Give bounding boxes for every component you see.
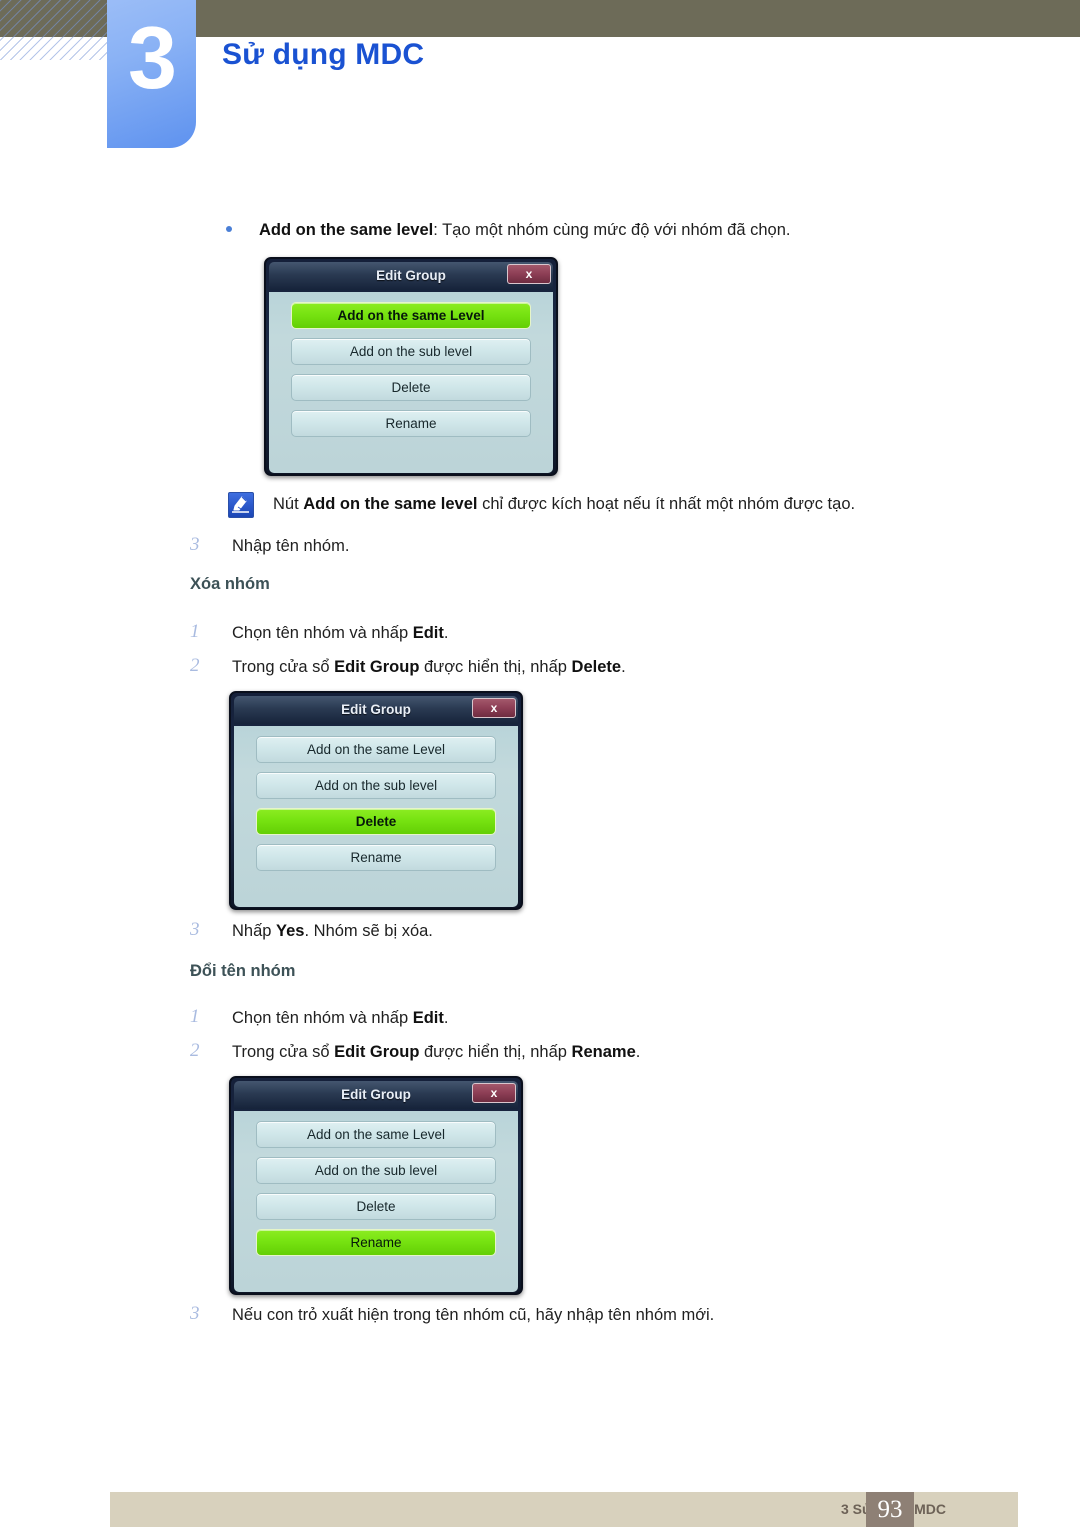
delete-button[interactable]: Delete: [291, 374, 531, 401]
bullet-item: Add on the same level: Tạo một nhóm cùng…: [226, 218, 986, 242]
step-text-post: .: [443, 1009, 449, 1027]
note-term: Add on the same level: [303, 495, 478, 513]
add-on-same-level-button[interactable]: Add on the same Level: [256, 1121, 496, 1148]
step-text-mid: được hiển thị, nhấp: [419, 658, 572, 676]
rename-button[interactable]: Rename: [256, 1229, 496, 1256]
step-text: Chọn tên nhóm và nhấp Edit.: [232, 1006, 890, 1030]
close-icon[interactable]: x: [507, 264, 551, 284]
step-text: Nếu con trỏ xuất hiện trong tên nhóm cũ,…: [232, 1306, 715, 1324]
rename-button[interactable]: Rename: [291, 410, 531, 437]
step-text-post: .: [443, 624, 449, 642]
step-number: 3: [190, 1303, 200, 1324]
step-text-post: .: [635, 1043, 641, 1061]
edit-group-dialog-1[interactable]: Edit Group x Add on the same Level Add o…: [264, 257, 558, 476]
chapter-number-block: 3: [107, 0, 196, 148]
dialog-body: Add on the same Level Add on the sub lev…: [269, 292, 553, 473]
rename-step-2: 2 Trong cửa sổ Edit Group được hiển thị,…: [190, 1040, 950, 1064]
edit-group-dialog-3[interactable]: Edit Group x Add on the same Level Add o…: [229, 1076, 523, 1295]
step-number: 3: [190, 919, 200, 940]
step-text-mid: được hiển thị, nhấp: [419, 1043, 572, 1061]
note-text-before: Nút: [273, 495, 304, 513]
step-text: Trong cửa sổ Edit Group được hiển thị, n…: [232, 1040, 950, 1064]
delete-step-2: 2 Trong cửa sổ Edit Group được hiển thị,…: [190, 655, 950, 679]
add-on-sub-level-button[interactable]: Add on the sub level: [256, 1157, 496, 1184]
step-number: 3: [190, 534, 200, 555]
bullet-text: Add on the same level: Tạo một nhóm cùng…: [259, 218, 986, 242]
page-number: 93: [866, 1492, 914, 1527]
bullet-dot-icon: [226, 226, 232, 232]
delete-step-3: 3 Nhấp Yes. Nhóm sẽ bị xóa.: [190, 919, 890, 943]
section-heading-delete: Xóa nhóm: [190, 575, 270, 593]
step-text-pre: Chọn tên nhóm và nhấp: [232, 624, 413, 642]
bullet-description: Tạo một nhóm cùng mức độ với nhóm đã chọ…: [442, 221, 791, 239]
section-heading-rename: Đổi tên nhóm: [190, 962, 296, 980]
step-text: Chọn tên nhóm và nhấp Edit.: [232, 621, 890, 645]
rename-step-3: 3 Nếu con trỏ xuất hiện trong tên nhóm c…: [190, 1303, 990, 1327]
edit-group-dialog-2[interactable]: Edit Group x Add on the same Level Add o…: [229, 691, 523, 910]
bullet-term: Add on the same level: [259, 221, 434, 239]
step-text-bold: Edit Group: [334, 1043, 420, 1061]
dialog-title-bar: Edit Group x: [234, 696, 518, 724]
note-text: Nút Add on the same level chỉ được kích …: [273, 492, 988, 516]
note-callout: Nút Add on the same level chỉ được kích …: [228, 492, 988, 518]
close-icon[interactable]: x: [472, 1083, 516, 1103]
step-text: Trong cửa sổ Edit Group được hiển thị, n…: [232, 655, 950, 679]
step-text-pre: Nhấp: [232, 922, 277, 940]
step-number: 2: [190, 655, 200, 676]
step-text-bold: Edit: [412, 624, 444, 642]
step-text-post: . Nhóm sẽ bị xóa.: [304, 922, 433, 940]
step-text-bold: Edit: [412, 1009, 444, 1027]
delete-button[interactable]: Delete: [256, 1193, 496, 1220]
step-text-pre: Trong cửa sổ: [232, 658, 335, 676]
step-add-3: 3 Nhập tên nhóm.: [190, 534, 890, 558]
dialog-title-bar: Edit Group x: [269, 262, 553, 290]
step-text-bold: Edit Group: [334, 658, 420, 676]
step-text-bold2: Delete: [571, 658, 622, 676]
add-on-sub-level-button[interactable]: Add on the sub level: [291, 338, 531, 365]
delete-button[interactable]: Delete: [256, 808, 496, 835]
dialog-body: Add on the same Level Add on the sub lev…: [234, 1111, 518, 1292]
step-text-bold2: Rename: [571, 1043, 636, 1061]
rename-step-1: 1 Chọn tên nhóm và nhấp Edit.: [190, 1006, 890, 1030]
step-text-bold: Yes: [276, 922, 305, 940]
chapter-number: 3: [128, 8, 177, 107]
dialog-title-bar: Edit Group x: [234, 1081, 518, 1109]
dialog-body: Add on the same Level Add on the sub lev…: [234, 726, 518, 907]
step-text: Nhấp Yes. Nhóm sẽ bị xóa.: [232, 919, 890, 943]
step-number: 1: [190, 621, 200, 642]
add-on-sub-level-button[interactable]: Add on the sub level: [256, 772, 496, 799]
note-text-after: chỉ được kích hoạt nếu ít nhất một nhóm …: [477, 495, 856, 513]
rename-button[interactable]: Rename: [256, 844, 496, 871]
decorative-hatch-pattern: [0, 0, 110, 60]
step-text-pre: Chọn tên nhóm và nhấp: [232, 1009, 413, 1027]
step-number: 1: [190, 1006, 200, 1027]
step-number: 2: [190, 1040, 200, 1061]
close-icon[interactable]: x: [472, 698, 516, 718]
add-on-same-level-button[interactable]: Add on the same Level: [291, 302, 531, 329]
step-text-post: .: [621, 658, 626, 676]
page-title: Sử dụng MDC: [222, 38, 425, 71]
delete-step-1: 1 Chọn tên nhóm và nhấp Edit.: [190, 621, 890, 645]
step-text-pre: Trong cửa sổ: [232, 1043, 335, 1061]
note-pen-icon: [228, 492, 254, 518]
add-on-same-level-button[interactable]: Add on the same Level: [256, 736, 496, 763]
step-text: Nhập tên nhóm.: [232, 537, 350, 555]
bullet-separator: :: [433, 221, 443, 239]
